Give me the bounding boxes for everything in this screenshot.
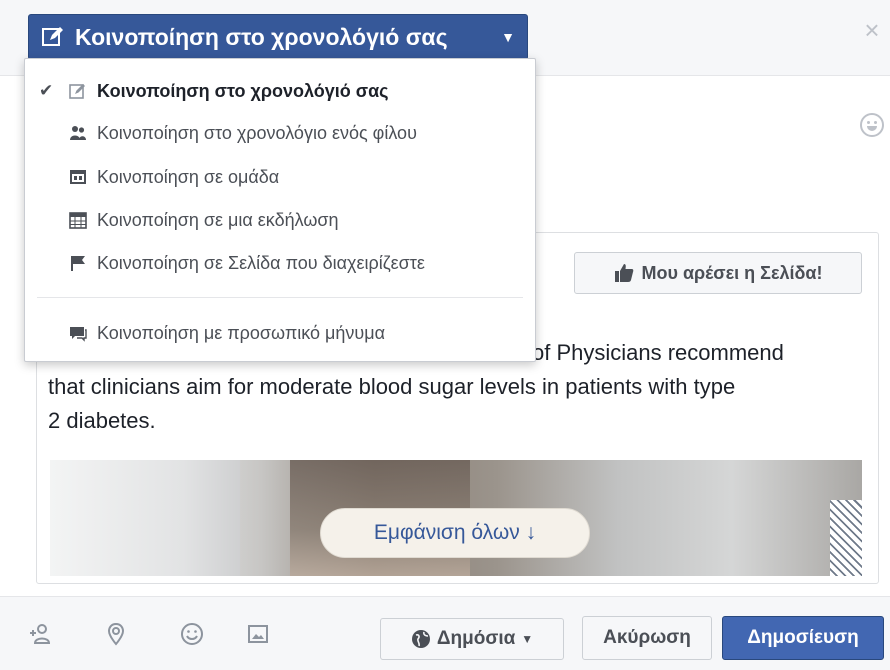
menu-item-label: Κοινοποίηση στο χρονολόγιό σας	[97, 80, 389, 101]
message-icon	[70, 327, 87, 342]
menu-item-label: Κοινοποίηση σε μια εκδήλωση	[97, 209, 339, 230]
menu-item-label: Κοινοποίηση με προσωπικό μήνυμα	[97, 322, 386, 343]
menu-item-label: Κοινοποίηση στο χρονολόγιο ενός φίλου	[97, 122, 417, 143]
menu-item-label: Κοινοποίηση σε Σελίδα που διαχειρίζεστε	[97, 252, 425, 273]
photo-icon[interactable]	[246, 622, 270, 646]
like-page-label: Μου αρέσει η Σελίδα!	[641, 262, 823, 283]
image-region	[830, 500, 862, 576]
menu-item-group[interactable]: Κοινοποίηση σε ομάδα	[25, 157, 535, 197]
location-pin-icon[interactable]	[104, 622, 128, 646]
globe-icon	[411, 630, 430, 648]
image-region	[50, 460, 240, 576]
emoji-picker-icon[interactable]	[860, 113, 884, 137]
menu-item-friend-timeline[interactable]: Κοινοποίηση στο χρονολόγιο ενός φίλου	[25, 113, 535, 153]
audience-selector[interactable]: Δημόσια ▼	[380, 618, 564, 660]
friends-icon	[70, 126, 86, 140]
checkmark-icon: ✔	[39, 81, 54, 100]
thumbs-up-icon	[614, 264, 633, 282]
share-target-label: Κοινοποίηση στο χρονολόγιό σας	[75, 23, 448, 50]
calendar-icon	[69, 212, 87, 229]
close-icon[interactable]: ×	[860, 17, 884, 43]
share-target-menu: ✔ Κοινοποίηση στο χρονολόγιό σας Κοινοπο…	[24, 58, 536, 362]
menu-item-page[interactable]: Κοινοποίηση σε Σελίδα που διαχειρίζεστε	[25, 243, 535, 283]
emoji-icon[interactable]	[180, 622, 204, 646]
show-all-button[interactable]: Εμφάνιση όλων ↓	[320, 508, 590, 558]
cancel-button[interactable]: Ακύρωση	[582, 616, 712, 660]
share-target-dropdown[interactable]: Κοινοποίηση στο χρονολόγιό σας ▼	[28, 14, 528, 60]
menu-item-private-message[interactable]: Κοινοποίηση με προσωπικό μήνυμα	[25, 313, 535, 353]
menu-item-own-timeline[interactable]: ✔ Κοινοποίηση στο χρονολόγιό σας	[25, 71, 535, 111]
like-page-button[interactable]: Μου αρέσει η Σελίδα!	[574, 252, 862, 294]
chevron-down-icon: ▼	[501, 29, 515, 45]
menu-item-event[interactable]: Κοινοποίηση σε μια εκδήλωση	[25, 200, 535, 240]
menu-divider	[37, 297, 523, 298]
flag-icon	[71, 256, 85, 271]
edit-icon	[69, 84, 85, 99]
audience-label: Δημόσια	[436, 628, 516, 649]
post-button[interactable]: Δημοσίευση	[722, 616, 884, 660]
menu-item-label: Κοινοποίηση σε ομάδα	[97, 166, 280, 187]
edit-icon	[42, 27, 63, 46]
post-text-line: 2 diabetes.	[48, 408, 156, 433]
chevron-down-icon: ▼	[521, 632, 534, 646]
group-icon	[70, 170, 86, 184]
tag-friends-icon[interactable]	[28, 622, 52, 646]
post-text-line: that clinicians aim for moderate blood s…	[48, 374, 736, 399]
